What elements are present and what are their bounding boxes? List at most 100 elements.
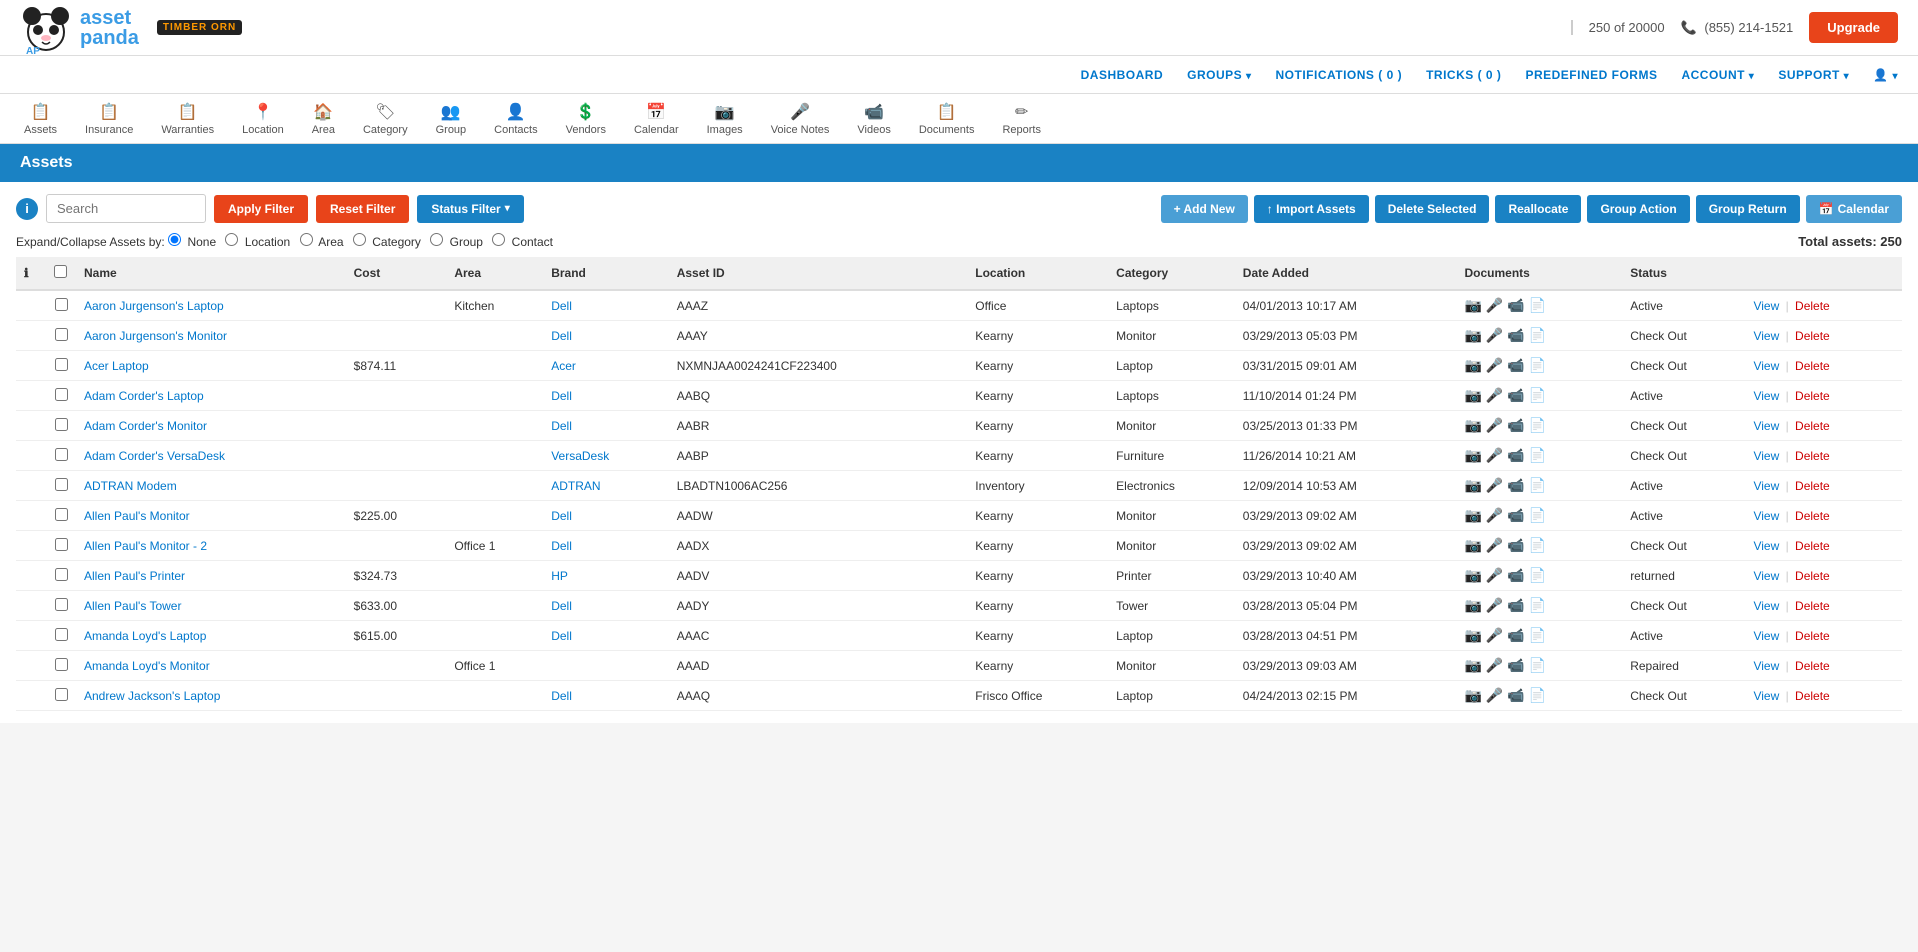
th-asset-id[interactable]: Asset ID: [669, 257, 968, 290]
doc-icon[interactable]: 📄: [1529, 297, 1546, 314]
asset-name-link[interactable]: Allen Paul's Printer: [84, 569, 185, 583]
brand-link[interactable]: ADTRAN: [551, 479, 600, 493]
asset-name-link[interactable]: Aaron Jurgenson's Laptop: [84, 299, 224, 313]
nav-dashboard[interactable]: DASHBOARD: [1081, 68, 1164, 82]
delete-link[interactable]: Delete: [1795, 539, 1830, 553]
camera-icon[interactable]: 📷: [1464, 657, 1481, 674]
delete-link[interactable]: Delete: [1795, 329, 1830, 343]
nav-predefined-forms[interactable]: PREDEFINED FORMS: [1525, 68, 1657, 82]
row-checkbox[interactable]: [55, 448, 68, 461]
delete-link[interactable]: Delete: [1795, 569, 1830, 583]
group-return-button[interactable]: Group Return: [1696, 195, 1800, 223]
td-checkbox[interactable]: [46, 651, 76, 681]
brand-link[interactable]: VersaDesk: [551, 449, 609, 463]
td-checkbox[interactable]: [46, 411, 76, 441]
camera-icon[interactable]: 📷: [1464, 447, 1481, 464]
delete-link[interactable]: Delete: [1795, 359, 1830, 373]
mic-icon[interactable]: 🎤: [1486, 507, 1503, 524]
view-link[interactable]: View: [1753, 389, 1779, 403]
icon-nav-assets[interactable]: 📋 Assets: [10, 98, 71, 140]
th-date-added[interactable]: Date Added: [1235, 257, 1457, 290]
icon-nav-images[interactable]: 📷 Images: [693, 98, 757, 140]
expand-category-radio[interactable]: [353, 233, 366, 246]
td-checkbox[interactable]: [46, 381, 76, 411]
brand-link[interactable]: Dell: [551, 509, 572, 523]
icon-nav-videos[interactable]: 📹 Videos: [843, 98, 904, 140]
nav-user-icon[interactable]: 👤 ▾: [1873, 68, 1898, 82]
camera-icon[interactable]: 📷: [1464, 417, 1481, 434]
calendar-button[interactable]: 📅 Calendar: [1806, 195, 1902, 223]
expand-location-label[interactable]: Location: [225, 235, 290, 249]
nav-tricks[interactable]: TRICKS ( 0 ): [1426, 68, 1501, 82]
row-checkbox[interactable]: [55, 418, 68, 431]
td-checkbox[interactable]: [46, 501, 76, 531]
icon-nav-contacts[interactable]: 👤 Contacts: [480, 98, 551, 140]
td-checkbox[interactable]: [46, 441, 76, 471]
reallocate-button[interactable]: Reallocate: [1495, 195, 1581, 223]
expand-none-radio[interactable]: [168, 233, 181, 246]
row-checkbox[interactable]: [55, 508, 68, 521]
video-icon[interactable]: 📹: [1507, 567, 1524, 584]
expand-area-radio[interactable]: [300, 233, 313, 246]
doc-icon[interactable]: 📄: [1529, 447, 1546, 464]
mic-icon[interactable]: 🎤: [1486, 297, 1503, 314]
mic-icon[interactable]: 🎤: [1486, 477, 1503, 494]
expand-category-label[interactable]: Category: [353, 235, 421, 249]
th-category[interactable]: Category: [1108, 257, 1235, 290]
mic-icon[interactable]: 🎤: [1486, 417, 1503, 434]
view-link[interactable]: View: [1753, 539, 1779, 553]
expand-location-radio[interactable]: [225, 233, 238, 246]
mic-icon[interactable]: 🎤: [1486, 447, 1503, 464]
mic-icon[interactable]: 🎤: [1486, 357, 1503, 374]
doc-icon[interactable]: 📄: [1529, 687, 1546, 704]
brand-link[interactable]: Dell: [551, 299, 572, 313]
th-cost[interactable]: Cost: [346, 257, 447, 290]
camera-icon[interactable]: 📷: [1464, 327, 1481, 344]
td-checkbox[interactable]: [46, 681, 76, 711]
nav-groups[interactable]: GROUPS ▾: [1187, 68, 1251, 82]
view-link[interactable]: View: [1753, 479, 1779, 493]
asset-name-link[interactable]: Adam Corder's Laptop: [84, 389, 204, 403]
th-name[interactable]: Name: [76, 257, 346, 290]
row-checkbox[interactable]: [55, 478, 68, 491]
brand-link[interactable]: Dell: [551, 539, 572, 553]
status-filter-button[interactable]: Status Filter ▾: [417, 195, 523, 223]
icon-nav-warranties[interactable]: 📋 Warranties: [147, 98, 228, 140]
add-new-button[interactable]: + Add New: [1161, 195, 1248, 223]
delete-link[interactable]: Delete: [1795, 629, 1830, 643]
video-icon[interactable]: 📹: [1507, 537, 1524, 554]
group-action-button[interactable]: Group Action: [1587, 195, 1689, 223]
td-checkbox[interactable]: [46, 621, 76, 651]
doc-icon[interactable]: 📄: [1529, 327, 1546, 344]
asset-name-link[interactable]: Aaron Jurgenson's Monitor: [84, 329, 227, 343]
th-info[interactable]: ℹ: [16, 257, 46, 290]
brand-link[interactable]: Dell: [551, 419, 572, 433]
delete-selected-button[interactable]: Delete Selected: [1375, 195, 1490, 223]
camera-icon[interactable]: 📷: [1464, 477, 1481, 494]
nav-notifications[interactable]: NOTIFICATIONS ( 0 ): [1275, 68, 1402, 82]
delete-link[interactable]: Delete: [1795, 509, 1830, 523]
mic-icon[interactable]: 🎤: [1486, 687, 1503, 704]
row-checkbox[interactable]: [55, 598, 68, 611]
video-icon[interactable]: 📹: [1507, 597, 1524, 614]
brand-link[interactable]: Dell: [551, 689, 572, 703]
row-checkbox[interactable]: [55, 298, 68, 311]
view-link[interactable]: View: [1753, 419, 1779, 433]
doc-icon[interactable]: 📄: [1529, 537, 1546, 554]
doc-icon[interactable]: 📄: [1529, 627, 1546, 644]
delete-link[interactable]: Delete: [1795, 689, 1830, 703]
video-icon[interactable]: 📹: [1507, 357, 1524, 374]
td-checkbox[interactable]: [46, 531, 76, 561]
delete-link[interactable]: Delete: [1795, 419, 1830, 433]
view-link[interactable]: View: [1753, 629, 1779, 643]
td-checkbox[interactable]: [46, 561, 76, 591]
doc-icon[interactable]: 📄: [1529, 357, 1546, 374]
upgrade-button[interactable]: Upgrade: [1809, 12, 1898, 43]
brand-link[interactable]: Dell: [551, 629, 572, 643]
camera-icon[interactable]: 📷: [1464, 597, 1481, 614]
icon-nav-vendors[interactable]: 💲 Vendors: [552, 98, 620, 140]
camera-icon[interactable]: 📷: [1464, 537, 1481, 554]
row-checkbox[interactable]: [55, 628, 68, 641]
view-link[interactable]: View: [1753, 659, 1779, 673]
row-checkbox[interactable]: [55, 388, 68, 401]
